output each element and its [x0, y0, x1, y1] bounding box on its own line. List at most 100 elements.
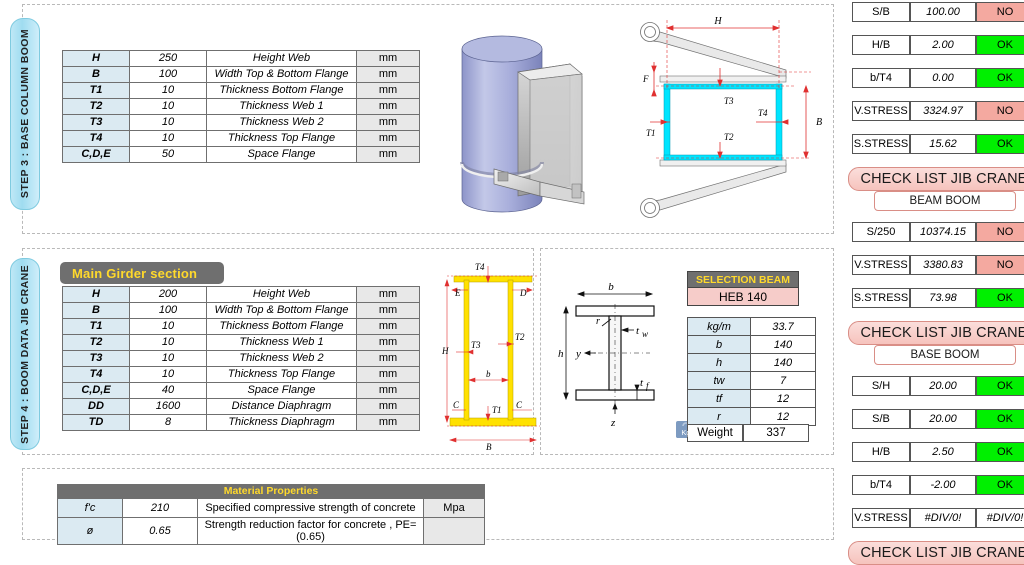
beam-prop-value: 7	[750, 371, 816, 390]
material-symbol: f'c	[57, 498, 123, 518]
material-properties-table: f'c 210 Specified compressive strength of …	[57, 498, 485, 545]
param-value[interactable]: 250	[129, 50, 207, 67]
table-row: T3 10 Thickness Web 2 mm	[62, 114, 420, 131]
svg-text:B: B	[816, 117, 822, 128]
checklist-label: V.STRESS	[852, 255, 910, 275]
beam-prop-value: 140	[750, 335, 816, 354]
checklist-subbanner[interactable]: BASE BOOM	[874, 345, 1016, 365]
checklist-status: NO	[976, 101, 1024, 121]
param-description: Height Web	[206, 286, 357, 303]
selection-beam-value[interactable]: HEB 140	[687, 287, 799, 306]
checklist-label: V.STRESS	[852, 508, 910, 528]
ibeam-section-drawing: b h t w t f r y z	[558, 278, 673, 438]
param-value[interactable]: 10	[129, 114, 207, 131]
checklist-status: OK	[976, 35, 1024, 55]
param-value[interactable]: 10	[129, 318, 207, 335]
step-tab-boom-data-jib-crane[interactable]: STEP 4 : BOOM DATA JIB CRANE	[10, 258, 40, 450]
param-symbol: T3	[62, 350, 130, 367]
beam-weight-label: Weight	[687, 424, 743, 442]
svg-text:E: E	[454, 288, 461, 298]
param-symbol: TD	[62, 414, 130, 431]
cad-3d-render-base-column	[448, 14, 628, 229]
table-row: T1 10 Thickness Bottom Flange mm	[62, 82, 420, 99]
param-value[interactable]: 100	[129, 302, 207, 319]
param-value[interactable]: 10	[129, 350, 207, 367]
checklist-label: S/B	[852, 2, 910, 22]
param-value[interactable]: 10	[129, 366, 207, 383]
beam-properties-table-wrap: kg/m 33.7 b 140 h 140 tw 7 tf 12 r 12	[687, 317, 816, 426]
table-row: h 140	[687, 353, 816, 372]
table-row: tf 12	[687, 389, 816, 408]
step-tab-base-column-boom[interactable]: STEP 3 : BASE COLUMN BOOM	[10, 18, 40, 210]
checklist-row: S/B 100.00 NO	[852, 2, 1024, 22]
param-unit: mm	[356, 366, 420, 383]
beam-prop-value: 140	[750, 353, 816, 372]
checklist-banner[interactable]: CHECK LIST JIB CRANE	[848, 541, 1024, 565]
param-value[interactable]: 10	[129, 334, 207, 351]
param-value[interactable]: 10	[129, 98, 207, 115]
checklist-label: S/H	[852, 376, 910, 396]
checklist-label: H/B	[852, 35, 910, 55]
checklist-row: V.STRESS 3324.97 NO	[852, 101, 1024, 121]
girder-cross-section-drawing: H B b E D T4 T2 T3 T1 C C	[442, 258, 552, 450]
svg-text:T3: T3	[471, 340, 481, 350]
checklist-value: 3324.97	[910, 101, 976, 121]
checklist-status: OK	[976, 288, 1024, 308]
param-value[interactable]: 200	[129, 286, 207, 303]
param-value[interactable]: 50	[129, 146, 207, 163]
checklist-banner[interactable]: CHECK LIST JIB CRANE	[848, 321, 1024, 345]
beam-prop-value: 33.7	[750, 317, 816, 336]
svg-text:T2: T2	[724, 132, 734, 142]
svg-text:t: t	[640, 377, 644, 389]
checklist-row: H/B 2.50 OK	[852, 442, 1024, 462]
kg-icon-label: Kg	[681, 428, 691, 437]
selection-beam-value-label: HEB 140	[718, 289, 768, 304]
checklist-subbanner[interactable]: BEAM BOOM	[874, 191, 1016, 211]
param-description: Thickness Diaphragm	[206, 414, 357, 431]
param-symbol: T4	[62, 130, 130, 147]
beam-prop-value: 12	[750, 389, 816, 408]
checklist-value: 2.50	[910, 442, 976, 462]
checklist-status: OK	[976, 409, 1024, 429]
checklist-row: S/B 20.00 OK	[852, 409, 1024, 429]
param-value[interactable]: 10	[129, 82, 207, 99]
svg-text:h: h	[558, 348, 564, 360]
beam-prop-value: 12	[750, 407, 816, 426]
material-value[interactable]: 0.65	[122, 517, 198, 545]
param-symbol: T4	[62, 366, 130, 383]
param-symbol: T2	[62, 334, 130, 351]
material-properties-wrap: Material Properties f'c 210 Specified comp…	[57, 484, 485, 545]
material-properties-caption: Material Properties	[57, 484, 485, 498]
param-symbol: DD	[62, 398, 130, 415]
param-symbol: H	[62, 50, 130, 67]
param-unit: mm	[356, 302, 420, 319]
checklist-value: -2.00	[910, 475, 976, 495]
svg-text:r: r	[596, 316, 600, 327]
svg-text:T1: T1	[492, 405, 502, 415]
checklist-value: 20.00	[910, 376, 976, 396]
base-column-table-wrap: H 250 Height Web mm B 100 Width Top & Bottom F…	[62, 50, 420, 163]
param-description: Height Web	[206, 50, 357, 67]
checklist-value: 3380.83	[910, 255, 976, 275]
param-unit: mm	[356, 130, 420, 147]
param-value[interactable]: 100	[129, 66, 207, 83]
checklist-label: b/T4	[852, 68, 910, 88]
checklist-banner[interactable]: CHECK LIST JIB CRANE	[848, 167, 1024, 191]
checklist-label: S.STRESS	[852, 134, 910, 154]
checklist-row: S.STRESS 73.98 OK	[852, 288, 1024, 308]
table-row: T4 10 Thickness Top Flange mm	[62, 366, 420, 383]
table-row: T2 10 Thickness Web 1 mm	[62, 98, 420, 115]
param-unit: mm	[356, 82, 420, 99]
table-row: kg/m 33.7	[687, 317, 816, 336]
param-description: Thickness Bottom Flange	[206, 318, 357, 335]
param-value[interactable]: 8	[129, 414, 207, 431]
table-row: DD 1600 Distance Diaphragm mm	[62, 398, 420, 415]
param-value[interactable]: 40	[129, 382, 207, 399]
param-value[interactable]: 1600	[129, 398, 207, 415]
param-description: Thickness Web 1	[206, 98, 357, 115]
material-value[interactable]: 210	[122, 498, 198, 518]
param-value[interactable]: 10	[129, 130, 207, 147]
table-row: f'c 210 Specified compressive strength of …	[57, 498, 485, 518]
material-unit	[423, 517, 485, 545]
checklist-label: H/B	[852, 442, 910, 462]
